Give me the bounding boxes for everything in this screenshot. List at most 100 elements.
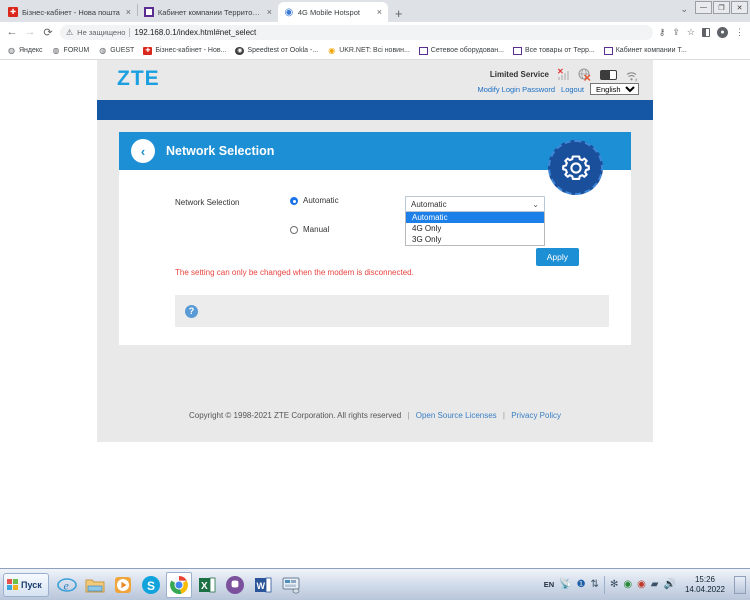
tab-close-icon[interactable]: × xyxy=(265,7,274,17)
zte-footer: Copyright © 1998-2021 ZTE Corporation. A… xyxy=(97,371,653,442)
browser-tab-0[interactable]: ✚ Бізнес-кабінет - Нова пошта × xyxy=(2,2,137,22)
show-desktop-icon[interactable] xyxy=(734,575,746,594)
skype-icon[interactable]: S xyxy=(138,572,164,598)
key-icon[interactable]: ⚷ xyxy=(659,27,666,38)
tab-title: Кабинет компании Территория ис xyxy=(157,7,261,17)
start-button[interactable]: Пуск xyxy=(3,572,49,597)
select-value: Automatic xyxy=(411,199,447,209)
word-icon[interactable]: W xyxy=(250,572,276,598)
zte-header-right: Limited Service ✕ x Modify Login Passwor… xyxy=(478,67,639,95)
network-tool-icon[interactable] xyxy=(278,572,304,598)
windows-logo-icon xyxy=(7,579,18,590)
taskbar-clock[interactable]: 15:26 14.04.2022 xyxy=(681,575,729,593)
zte-page-container: ZTE Limited Service ✕ x Modify Login Pas… xyxy=(97,60,653,442)
help-panel: ? xyxy=(175,295,609,327)
apply-row: Apply xyxy=(119,234,631,266)
bookmark-item[interactable]: ◍ Яндекс xyxy=(7,46,43,55)
new-tab-button[interactable]: + xyxy=(388,7,410,20)
maximize-button[interactable]: ❐ xyxy=(713,1,730,14)
bookmark-label: GUEST xyxy=(110,47,135,54)
bookmark-item[interactable]: Кабинет компании Т... xyxy=(603,46,687,55)
radio-automatic[interactable]: Automatic xyxy=(290,196,405,205)
signal-icon[interactable]: ▰ xyxy=(651,579,659,590)
window-controls: — ❐ ✕ xyxy=(695,1,748,14)
logout-link[interactable]: Logout xyxy=(561,85,584,94)
bookmark-item[interactable]: Все товары от Терр... xyxy=(513,46,595,55)
square-purple-icon xyxy=(513,46,522,55)
network-selection-form-row: Network Selection Automatic Manual Autom… xyxy=(119,196,631,246)
select-options-list: Automatic 4G Only 3G Only xyxy=(405,212,545,246)
bookmark-item[interactable]: ◉ Speedtest от Ookla -... xyxy=(235,46,319,55)
tray-language-indicator[interactable]: EN xyxy=(544,580,554,589)
star-icon[interactable]: ☆ xyxy=(687,27,695,38)
chevron-down-icon: ⌄ xyxy=(532,199,539,209)
volume-icon[interactable]: 🔊 xyxy=(664,579,676,590)
radio-icon[interactable] xyxy=(290,225,298,234)
tab-close-icon[interactable]: × xyxy=(375,7,384,17)
zte-logo: ZTE xyxy=(117,67,160,90)
shield-error-icon[interactable]: ◉ xyxy=(637,579,646,590)
bluetooth-icon[interactable]: ✻ xyxy=(610,579,618,590)
help-circle-icon[interactable]: ❶ xyxy=(577,579,586,590)
address-bar[interactable]: ⚠ Не защищено 192.168.0.1/index.html#net… xyxy=(60,24,653,40)
bookmark-item[interactable]: ✚ Бізнес-кабінет - Нов... xyxy=(143,46,226,55)
share-icon[interactable]: ⇪ xyxy=(672,27,680,38)
forward-button[interactable]: → xyxy=(24,26,36,38)
shield-ok-icon[interactable]: ◉ xyxy=(623,579,632,590)
side-panel-icon[interactable] xyxy=(702,27,710,37)
browser-tab-2[interactable]: ◉ 4G Mobile Hotspot × xyxy=(277,2,388,22)
windows-taskbar: Пуск e S X W EN 📡 ❶ ⇅ ✻ ◉ ◉ ▰ 🔊 15:26 14… xyxy=(0,568,750,600)
media-player-icon[interactable] xyxy=(110,572,136,598)
select-option-3g-only[interactable]: 3G Only xyxy=(406,234,544,245)
copyright-text: Copyright © 1998-2021 ZTE Corporation. A… xyxy=(188,411,402,420)
browser-tab-1[interactable]: Кабинет компании Территория ис × xyxy=(138,2,278,22)
question-mark-icon[interactable]: ? xyxy=(185,304,198,318)
bookmark-label: Кабинет компании Т... xyxy=(615,47,687,54)
bookmark-label: UKR.NET: Всі новин... xyxy=(339,47,410,54)
satellite-icon[interactable]: 📡 xyxy=(559,579,571,590)
tab-close-icon[interactable]: × xyxy=(124,7,133,17)
novaposhta-icon: ✚ xyxy=(8,7,18,17)
globe-blue-icon: ◉ xyxy=(284,6,294,18)
zte-status-row: Limited Service ✕ x xyxy=(489,67,639,83)
file-explorer-icon[interactable] xyxy=(82,572,108,598)
minimize-button[interactable]: — xyxy=(695,1,712,14)
globe-icon: ◍ xyxy=(99,46,107,55)
back-button[interactable]: ← xyxy=(6,26,18,38)
select-option-4g-only[interactable]: 4G Only xyxy=(406,223,544,234)
close-button[interactable]: ✕ xyxy=(731,1,748,14)
chrome-icon[interactable] xyxy=(165,571,192,598)
open-source-licenses-link[interactable]: Open Source Licenses xyxy=(416,411,497,420)
bookmark-item[interactable]: ◍ GUEST xyxy=(98,46,134,55)
bookmark-item[interactable]: ◉ UKR.NET: Всі новин... xyxy=(327,46,410,55)
privacy-policy-link[interactable]: Privacy Policy xyxy=(511,411,561,420)
select-option-automatic[interactable]: Automatic xyxy=(406,212,544,223)
profile-avatar-icon[interactable]: ● xyxy=(717,26,728,38)
field-label: Network Selection xyxy=(175,198,240,207)
radio-icon-selected[interactable] xyxy=(290,196,298,205)
language-select[interactable]: English xyxy=(590,83,639,95)
chevron-left-icon[interactable]: ‹ xyxy=(131,139,155,163)
gear-icon[interactable] xyxy=(548,140,603,195)
network-mode-select[interactable]: Automatic ⌄ xyxy=(405,196,545,212)
browser-toolbar: ← → ⟳ ⚠ Не защищено 192.168.0.1/index.ht… xyxy=(0,22,750,42)
viber-icon[interactable] xyxy=(222,572,248,598)
three-dot-menu-icon[interactable]: ⋮ xyxy=(735,27,744,38)
internet-explorer-icon[interactable]: e xyxy=(54,572,80,598)
bookmark-item[interactable]: ◍ FORUM xyxy=(52,46,90,55)
excel-icon[interactable]: X xyxy=(194,572,220,598)
security-status-label: Не защищено xyxy=(77,27,126,37)
reload-button[interactable]: ⟳ xyxy=(42,26,54,39)
footer-separator: | xyxy=(407,411,410,420)
modify-login-password-link[interactable]: Modify Login Password xyxy=(478,85,556,94)
tab-search-caret-icon[interactable]: ⌄ xyxy=(680,4,688,15)
speedtest-icon: ◉ xyxy=(235,46,245,55)
radio-manual[interactable]: Manual xyxy=(290,225,405,234)
taskbar-apps: e S X W xyxy=(54,571,304,598)
square-purple-icon xyxy=(418,46,428,55)
bookmark-label: Speedtest от Ookla -... xyxy=(247,47,319,54)
apply-button[interactable]: Apply xyxy=(535,248,579,266)
bookmark-item[interactable]: Сетевое оборудован... xyxy=(418,46,504,55)
sync-icon[interactable]: ⇅ xyxy=(591,579,599,590)
service-status-label: Limited Service xyxy=(489,70,549,79)
